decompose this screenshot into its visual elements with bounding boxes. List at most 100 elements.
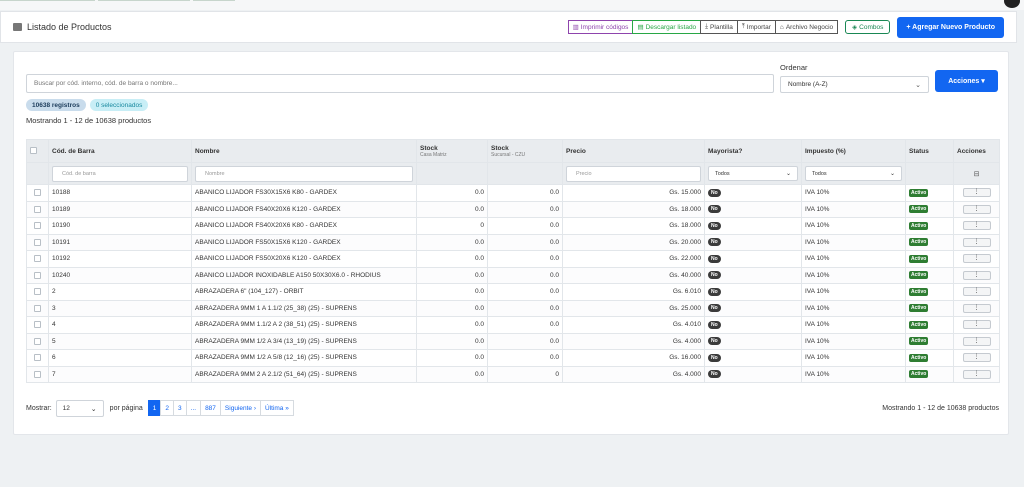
- top-strip: [0, 0, 1024, 10]
- columns-icon[interactable]: ⊟: [974, 171, 980, 178]
- table-row: 3 ABRAZADERA 9MM 1 A 1.1/2 (25_38) (25) …: [26, 299, 1000, 317]
- template-button[interactable]: ⤓ Plantilla: [700, 20, 738, 34]
- print-codes-button[interactable]: ▥ Imprimir códigos: [567, 20, 634, 34]
- header-name[interactable]: Nombre: [191, 139, 417, 163]
- row-actions-button[interactable]: ⋮: [962, 237, 991, 247]
- status-badge: Activo: [909, 320, 929, 329]
- row-checkbox[interactable]: [34, 255, 41, 263]
- products-card: Ordenar Nombre (A-Z) ⌄ Acciones ▾ 10638 …: [13, 51, 1009, 435]
- wholesale-badge: No: [708, 271, 721, 280]
- cell-stock-branch: 0.0: [487, 217, 563, 235]
- header-status[interactable]: Status: [905, 139, 954, 163]
- select-all-checkbox[interactable]: [30, 147, 37, 155]
- order-select[interactable]: Nombre (A-Z) ⌄: [780, 76, 929, 93]
- cell-price: Gs. 4.010: [562, 316, 705, 334]
- row-checkbox[interactable]: [34, 288, 41, 296]
- page-button-3[interactable]: 3: [173, 400, 187, 416]
- wholesale-badge: No: [708, 205, 721, 214]
- row-checkbox[interactable]: [34, 304, 41, 312]
- row-checkbox[interactable]: [34, 354, 41, 362]
- row-actions-button[interactable]: ⋮: [962, 270, 991, 280]
- list-icon: [13, 23, 22, 31]
- cell-name: ABRAZADERA 6" (104_127) - ORBIT: [191, 283, 417, 301]
- row-checkbox[interactable]: [34, 238, 41, 246]
- top-underline: [193, 0, 235, 1]
- row-checkbox[interactable]: [34, 271, 41, 279]
- cell-barcode: 7: [48, 365, 192, 383]
- records-badge: 10638 registros: [26, 99, 86, 111]
- cell-name: ABRAZADERA 9MM 1.1/2 A 2 (38_51) (25) - …: [191, 316, 417, 334]
- cell-tax: IVA 10%: [801, 283, 906, 301]
- cell-barcode: 6: [48, 349, 192, 367]
- per-page-label: por página: [109, 404, 143, 412]
- wholesale-badge: No: [708, 320, 721, 329]
- status-badge: Activo: [909, 353, 929, 362]
- page-button-1[interactable]: 1: [147, 400, 162, 416]
- row-checkbox[interactable]: [34, 321, 41, 329]
- search-input[interactable]: [26, 74, 774, 93]
- status-badge: Activo: [909, 304, 929, 313]
- status-badge: Activo: [909, 254, 929, 263]
- select-all-cell: [26, 139, 49, 163]
- cell-stock-main: 0: [416, 217, 488, 235]
- table-row: 10192 ABANICO LIJADOR FS50X20X6 K120 - G…: [26, 250, 1000, 268]
- wholesale-badge: No: [708, 287, 721, 296]
- barcode-icon: ▥: [572, 24, 579, 31]
- page-button-2[interactable]: 2: [160, 400, 175, 416]
- table-row: 10240 ABANICO LIJADOR INOXIDABLE A150 50…: [26, 266, 1000, 284]
- row-actions-button[interactable]: ⋮: [962, 336, 991, 346]
- row-actions-button[interactable]: ⋮: [962, 287, 991, 297]
- last-page-button[interactable]: Última »: [260, 400, 294, 416]
- row-checkbox[interactable]: [34, 222, 41, 230]
- barcode-filter-input[interactable]: Cód. de barra: [52, 165, 188, 182]
- header-tax[interactable]: Impuesto (%): [801, 139, 906, 163]
- row-actions-button[interactable]: ⋮: [962, 188, 991, 198]
- cell-barcode: 10190: [48, 217, 192, 235]
- table-row: 10189 ABANICO LIJADOR FS40X20X6 K120 - G…: [26, 200, 1000, 218]
- file-excel-icon: ▤: [637, 24, 644, 31]
- page-header: Listado de Productos ▥ Imprimir códigos …: [0, 11, 1017, 43]
- row-actions-button[interactable]: ⋮: [962, 320, 991, 330]
- row-actions-button[interactable]: ⋮: [962, 221, 991, 231]
- cell-stock-branch: 0: [487, 365, 563, 383]
- header-wholesale[interactable]: Mayorista?: [704, 139, 802, 163]
- name-filter-input[interactable]: Nombre: [195, 165, 413, 182]
- status-badge: Activo: [909, 205, 929, 214]
- cell-stock-main: 0.0: [416, 316, 488, 334]
- header-stock-branch[interactable]: Stock Sucursal - CZU: [487, 139, 563, 163]
- cell-stock-main: 0.0: [416, 184, 488, 202]
- table-filter-row: Cód. de barra Nombre Precio Todos ⌄ Todos…: [26, 162, 1000, 185]
- actions-dropdown-button[interactable]: Acciones ▾: [935, 70, 998, 92]
- import-button[interactable]: ⤒ Importar: [736, 20, 776, 34]
- row-checkbox[interactable]: [34, 370, 41, 378]
- row-checkbox[interactable]: [34, 337, 41, 345]
- layers-icon: ◈: [852, 24, 858, 31]
- row-checkbox[interactable]: [34, 205, 41, 213]
- page-button-last-number[interactable]: 887: [200, 400, 221, 416]
- row-actions-button[interactable]: ⋮: [962, 353, 991, 363]
- tax-filter-select[interactable]: Todos ⌄: [805, 166, 902, 181]
- cell-tax: IVA 10%: [801, 365, 906, 383]
- per-page-select[interactable]: 12 ⌄: [55, 399, 104, 417]
- status-badge: Activo: [909, 287, 929, 296]
- next-page-button[interactable]: Siguiente ›: [219, 400, 261, 416]
- combos-button[interactable]: ◈ Combos: [845, 20, 891, 34]
- row-actions-button[interactable]: ⋮: [962, 204, 991, 214]
- cell-barcode: 2: [48, 283, 192, 301]
- page-title: Listado de Productos: [27, 22, 112, 32]
- wholesale-filter-select[interactable]: Todos ⌄: [708, 166, 798, 181]
- header-stock-main[interactable]: Stock Casa Matriz: [416, 139, 488, 163]
- row-actions-button[interactable]: ⋮: [962, 369, 991, 379]
- store-icon: ⌂: [779, 23, 784, 31]
- cell-stock-branch: 0.0: [487, 266, 563, 284]
- add-product-button[interactable]: + Agregar Nuevo Producto: [897, 16, 1004, 38]
- header-barcode[interactable]: Cód. de Barra: [48, 139, 192, 163]
- row-checkbox[interactable]: [34, 189, 41, 197]
- row-actions-button[interactable]: ⋮: [962, 254, 991, 264]
- header-price[interactable]: Precio: [562, 139, 705, 163]
- business-file-button[interactable]: ⌂ Archivo Negocio: [774, 20, 839, 34]
- avatar[interactable]: [1004, 0, 1020, 8]
- price-filter-input[interactable]: Precio: [566, 165, 701, 182]
- download-list-button[interactable]: ▤ Descargar listado: [632, 20, 702, 34]
- row-actions-button[interactable]: ⋮: [962, 303, 991, 313]
